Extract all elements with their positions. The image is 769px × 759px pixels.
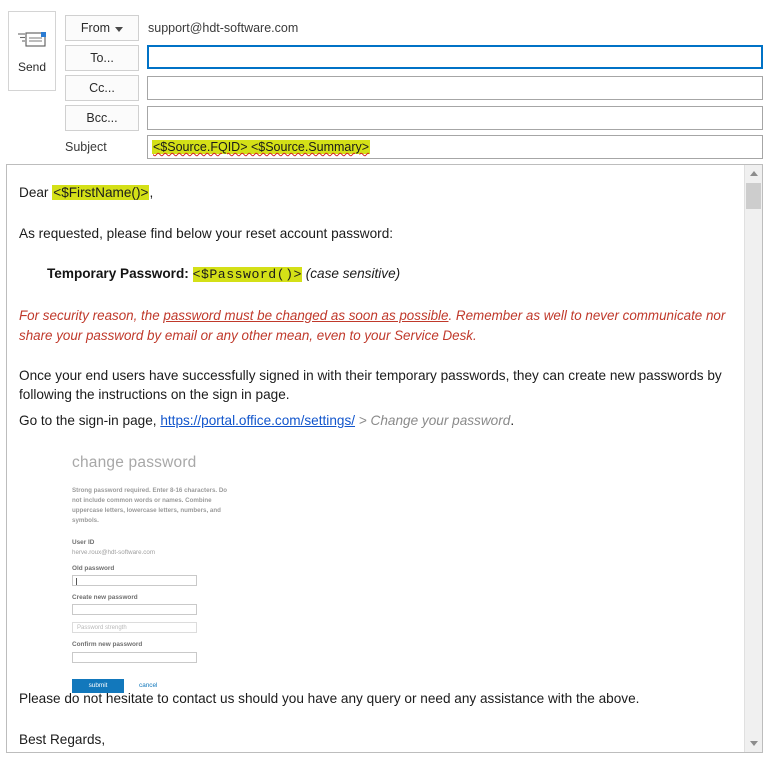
body-scrollbar[interactable] (744, 165, 762, 752)
security-warning-emphasis: password must be changed as soon as poss… (163, 307, 449, 323)
cc-button-label: Cc... (89, 81, 115, 95)
portal-settings-link[interactable]: https://portal.office.com/settings/ (160, 413, 355, 428)
send-button[interactable]: Send (8, 11, 56, 91)
scrollbar-thumb[interactable] (746, 183, 761, 209)
text-caret-icon (76, 578, 77, 586)
embedded-password-strength: Password strength (72, 622, 197, 634)
message-body-editor[interactable]: Dear <$FirstName()>, As requested, pleas… (6, 164, 763, 753)
email-compose-window: Send From support@hdt-software.com To...… (0, 0, 769, 759)
embedded-help-text: Strong password required. Enter 8-16 cha… (72, 487, 228, 525)
goto-signin-line: Go to the sign-in page, https://portal.o… (19, 411, 729, 431)
scrollbar-up-button[interactable] (745, 165, 762, 182)
instructions-paragraph: Once your end users have successfully si… (19, 367, 722, 403)
security-warning: For security reason, the password must b… (19, 306, 729, 346)
chevron-down-icon (749, 741, 758, 746)
message-body-content[interactable]: Dear <$FirstName()>, As requested, pleas… (7, 165, 743, 752)
chevron-down-icon (115, 26, 124, 32)
greeting-prefix: Dear (19, 185, 53, 200)
to-input[interactable] (147, 45, 763, 69)
bcc-button[interactable]: Bcc... (65, 105, 139, 131)
chevron-up-icon (749, 171, 758, 176)
embedded-cancel-link: cancel (139, 682, 158, 689)
goto-prefix: Go to the sign-in page, (19, 413, 161, 429)
regards-line: Best Regards, (19, 731, 106, 747)
greeting-suffix: , (149, 185, 154, 200)
cc-input[interactable] (147, 76, 763, 100)
goto-separator: > (355, 413, 371, 429)
scrollbar-track[interactable] (745, 182, 762, 735)
greeting-line: Dear <$FirstName()>, (19, 183, 729, 203)
from-button-label: From (80, 21, 111, 35)
goto-period: . (510, 413, 515, 429)
embedded-user-id-value: herve.roux@hdt-software.com (72, 548, 155, 556)
security-warning-lead: For security reason, the (19, 307, 164, 323)
password-token: <$Password()> (192, 267, 302, 283)
embedded-actions: submit cancel (72, 678, 362, 693)
embedded-old-password-label: Old password (72, 564, 115, 572)
bcc-button-label: Bcc... (86, 111, 118, 125)
compose-header: Send From support@hdt-software.com To...… (0, 0, 769, 159)
embedded-old-password-input (72, 575, 197, 587)
embedded-confirm-password-input (72, 651, 197, 663)
envelope-send-icon (17, 29, 47, 51)
cc-button[interactable]: Cc... (65, 75, 139, 101)
embedded-create-password-label: Create new password (72, 594, 138, 602)
goto-breadcrumb: Change your password (370, 413, 511, 429)
temporary-password-line: Temporary Password: <$Password()> (case … (19, 264, 729, 284)
intro-paragraph: As requested, please find below your res… (19, 225, 394, 241)
embedded-confirm-password-label: Confirm new password (72, 641, 143, 649)
embedded-change-password-screenshot: change password Strong password required… (72, 451, 362, 693)
scrollbar-down-button[interactable] (745, 735, 762, 752)
bcc-input[interactable] (147, 106, 763, 130)
to-button[interactable]: To... (65, 45, 139, 71)
case-sensitive-note: (case sensitive) (305, 266, 401, 282)
from-button[interactable]: From (65, 15, 139, 41)
subject-label: Subject (65, 140, 107, 154)
from-address-value: support@hdt-software.com (148, 21, 299, 35)
embedded-submit-button: submit (72, 678, 124, 693)
subject-input[interactable]: <$Source.FQID> <$Source.Summary> (147, 135, 763, 159)
to-button-label: To... (90, 51, 114, 65)
embedded-create-password-input (72, 604, 197, 616)
firstname-token: <$FirstName()> (52, 185, 150, 200)
temporary-password-label: Temporary Password: (47, 266, 189, 282)
embedded-title: change password (72, 453, 197, 471)
send-button-label: Send (17, 60, 47, 74)
embedded-user-id-label: User ID (72, 538, 95, 546)
subject-token: <$Source.FQID> <$Source.Summary> (152, 140, 371, 154)
